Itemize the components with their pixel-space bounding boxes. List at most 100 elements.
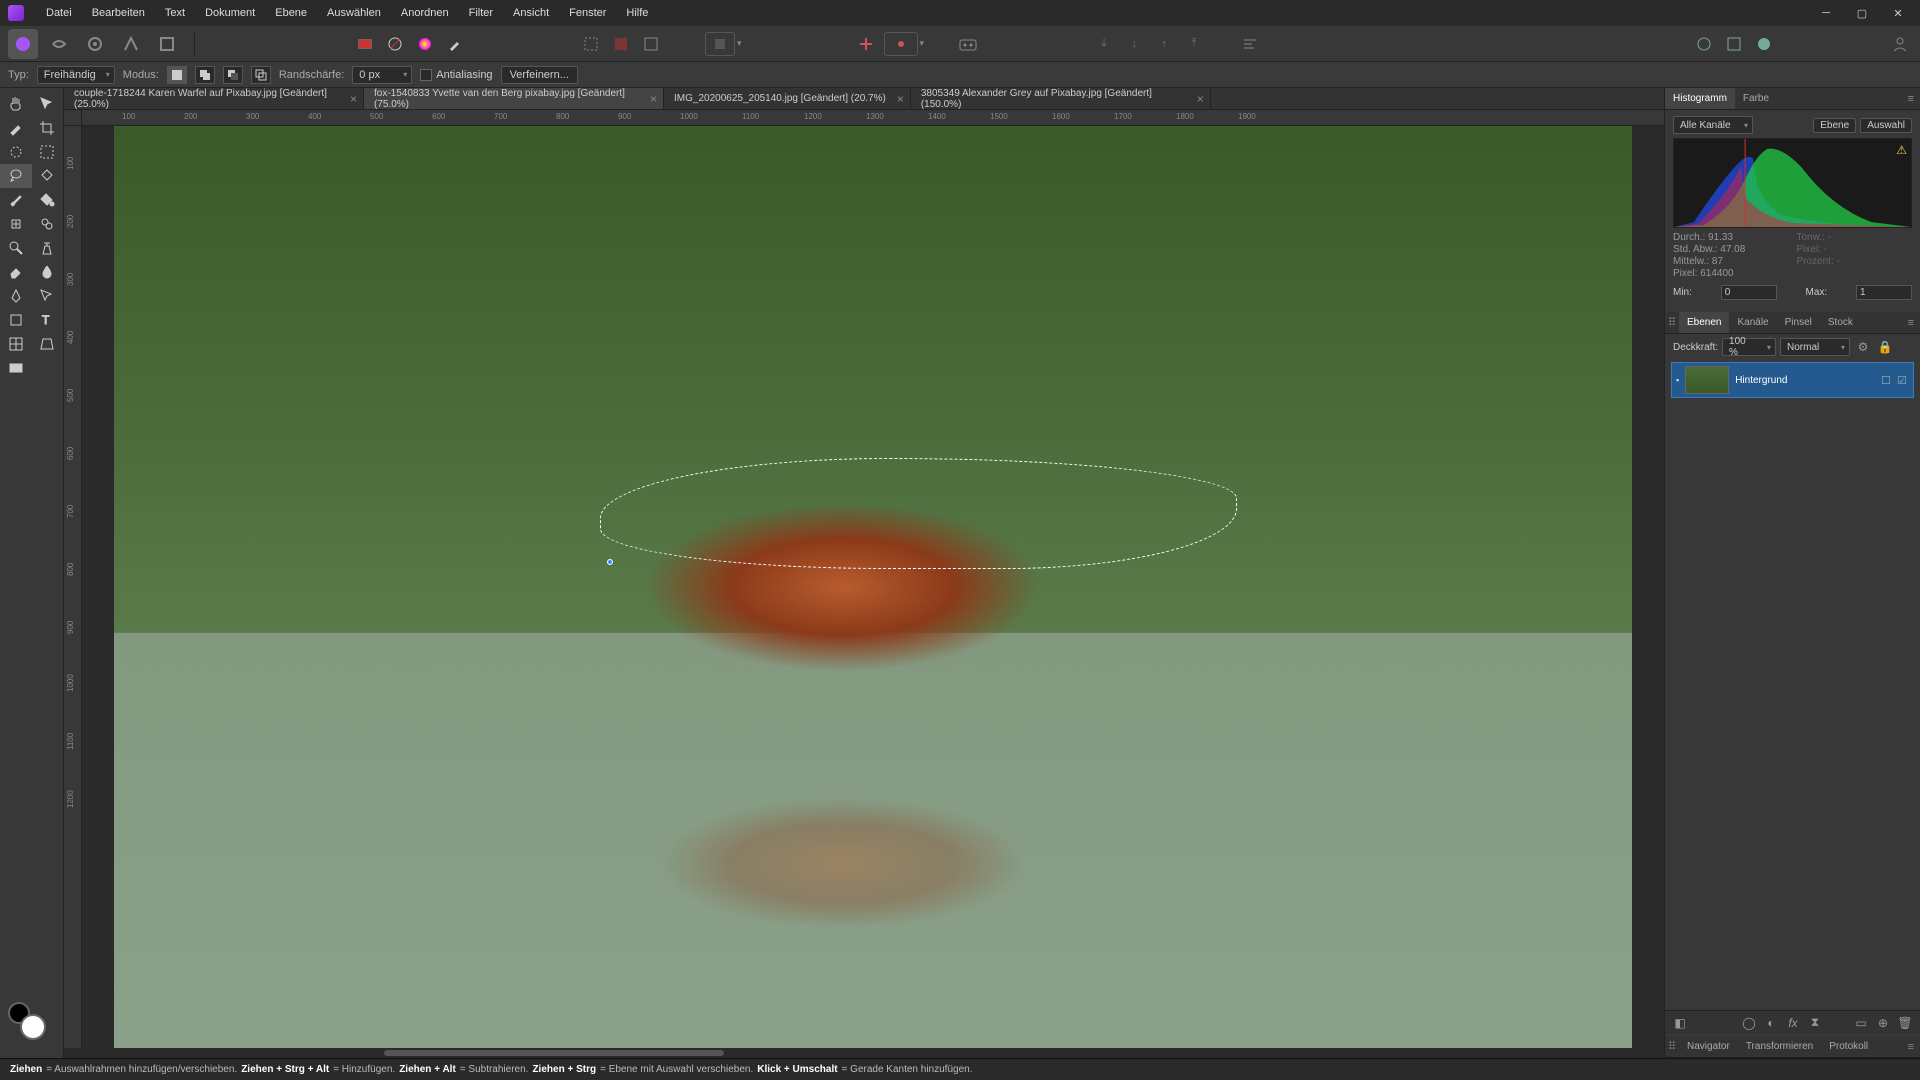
tab-kanaele[interactable]: Kanäle	[1729, 312, 1776, 333]
persona-develop[interactable]	[80, 29, 110, 59]
mode-subtract[interactable]	[223, 66, 243, 84]
account-icon[interactable]	[1888, 32, 1912, 56]
layer-gear-icon[interactable]: ⚙	[1854, 338, 1872, 356]
refine-button[interactable]: Verfeinern...	[501, 66, 578, 84]
persona-tone[interactable]	[116, 29, 146, 59]
add-mask-icon[interactable]: ◯	[1740, 1014, 1758, 1032]
group-layers-icon[interactable]: ▭	[1852, 1014, 1870, 1032]
shape-tool[interactable]	[0, 308, 32, 332]
doc-tab-1[interactable]: fox-1540833 Yvette van den Berg pixabay.…	[364, 88, 664, 109]
doc-tab-3[interactable]: 3805349 Alexander Grey auf Pixabay.jpg […	[911, 88, 1211, 109]
histogram-layer-button[interactable]: Ebene	[1813, 118, 1856, 133]
opacity-input[interactable]: 100 %	[1722, 338, 1776, 356]
close-icon[interactable]: ×	[897, 92, 904, 106]
resources-icon[interactable]	[1722, 32, 1746, 56]
doc-tab-2[interactable]: IMG_20200625_205140.jpg [Geändert] (20.7…	[664, 88, 911, 109]
layer-visible-icon[interactable]: ☑	[1897, 374, 1909, 386]
menu-datei[interactable]: Datei	[36, 3, 82, 23]
snap-options-icon[interactable]	[884, 32, 918, 56]
typ-dropdown[interactable]: Freihändig	[37, 66, 115, 84]
blur-tool[interactable]	[32, 260, 64, 284]
menu-anordnen[interactable]: Anordnen	[391, 3, 459, 23]
menu-text[interactable]: Text	[155, 3, 195, 23]
layer-thumbnail[interactable]	[1685, 366, 1729, 394]
tab-transformieren[interactable]: Transformieren	[1738, 1036, 1821, 1057]
swatch-none[interactable]	[383, 32, 407, 56]
persona-export[interactable]	[152, 29, 182, 59]
max-input[interactable]	[1856, 285, 1912, 300]
panel-dock-icon[interactable]: ⠿	[1665, 1036, 1679, 1057]
menu-fenster[interactable]: Fenster	[559, 3, 616, 23]
lasso-tool[interactable]	[0, 164, 32, 188]
pen-tool[interactable]	[0, 284, 32, 308]
perspective-tool[interactable]	[32, 332, 64, 356]
ruler-horizontal[interactable]: 1002003004005006007008009001000110012001…	[82, 110, 1664, 126]
timer-tool[interactable]	[32, 236, 64, 260]
panel-menu-icon[interactable]: ≡	[1902, 1036, 1920, 1057]
clone-tool[interactable]	[32, 212, 64, 236]
eyedropper-tool-icon[interactable]	[443, 32, 467, 56]
layer-style-icon[interactable]: ◧	[1671, 1014, 1689, 1032]
mesh-tool[interactable]	[0, 332, 32, 356]
persona-photo[interactable]	[8, 29, 38, 59]
quickmask-icon[interactable]	[705, 32, 735, 56]
node-tool[interactable]	[32, 284, 64, 308]
panel-menu-icon[interactable]: ≡	[1902, 88, 1920, 109]
heal-tool[interactable]	[0, 212, 32, 236]
menu-auswaehlen[interactable]: Auswählen	[317, 3, 391, 23]
doc-tab-0[interactable]: couple-1718244 Karen Warfel auf Pixabay.…	[64, 88, 364, 109]
layer-lock-icon[interactable]: 🔒	[1876, 338, 1894, 356]
histogram-selection-button[interactable]: Auswahl	[1860, 118, 1912, 133]
snap-icon[interactable]	[854, 32, 878, 56]
add-layer-icon[interactable]: ⊕	[1874, 1014, 1892, 1032]
arrange-back[interactable]: ⤓	[1092, 32, 1116, 56]
antialiasing-checkbox[interactable]	[420, 69, 432, 81]
panel-menu-icon[interactable]: ≡	[1902, 312, 1920, 333]
close-icon[interactable]: ×	[1197, 92, 1204, 106]
menu-hilfe[interactable]: Hilfe	[616, 3, 658, 23]
flood-select-tool[interactable]	[32, 164, 64, 188]
arrange-forward[interactable]: ↑	[1152, 32, 1176, 56]
persona-liquify[interactable]	[44, 29, 74, 59]
selection-handle[interactable]	[607, 559, 613, 565]
tab-histogramm[interactable]: Histogramm	[1665, 88, 1735, 109]
color-picker-tool[interactable]	[0, 116, 32, 140]
paint-brush-tool[interactable]	[0, 188, 32, 212]
assistant-icon[interactable]	[956, 32, 980, 56]
horizontal-scrollbar[interactable]	[64, 1048, 1664, 1058]
min-input[interactable]	[1721, 285, 1777, 300]
close-icon[interactable]: ×	[650, 92, 657, 106]
feather-dropdown[interactable]: 0 px	[352, 66, 412, 84]
selection-mode-3[interactable]	[639, 32, 663, 56]
selection-brush-tool[interactable]	[0, 140, 32, 164]
foreground-color-swatch[interactable]	[20, 1014, 46, 1040]
align-icon[interactable]	[1238, 32, 1262, 56]
add-adjustment-icon[interactable]: ◐	[1762, 1014, 1780, 1032]
add-fx-icon[interactable]: fx	[1784, 1014, 1802, 1032]
delete-layer-icon[interactable]: 🗑	[1896, 1014, 1914, 1032]
mode-add[interactable]	[195, 66, 215, 84]
mode-new[interactable]	[167, 66, 187, 84]
selection-mode-2[interactable]	[609, 32, 633, 56]
menu-ansicht[interactable]: Ansicht	[503, 3, 559, 23]
tab-pinsel[interactable]: Pinsel	[1777, 312, 1820, 333]
window-maximize[interactable]: ▢	[1848, 3, 1876, 23]
move-tool[interactable]	[32, 92, 64, 116]
window-minimize[interactable]: ─	[1812, 3, 1840, 23]
tab-ebenen[interactable]: Ebenen	[1679, 312, 1729, 333]
fill-tool[interactable]	[32, 188, 64, 212]
layer-row[interactable]: ▪ Hintergrund ☐ ☑	[1671, 362, 1914, 398]
arrange-backward[interactable]: ↓	[1122, 32, 1146, 56]
menu-filter[interactable]: Filter	[459, 3, 503, 23]
channel-dropdown[interactable]: Alle Kanäle	[1673, 116, 1753, 134]
menu-bearbeiten[interactable]: Bearbeiten	[82, 3, 155, 23]
tab-protokoll[interactable]: Protokoll	[1821, 1036, 1876, 1057]
arrange-front[interactable]: ⤒	[1182, 32, 1206, 56]
hand-tool[interactable]	[0, 92, 32, 116]
tab-navigator[interactable]: Navigator	[1679, 1036, 1738, 1057]
menu-dokument[interactable]: Dokument	[195, 3, 265, 23]
mode-intersect[interactable]	[251, 66, 271, 84]
zoom-tool[interactable]	[0, 236, 32, 260]
tab-stock[interactable]: Stock	[1820, 312, 1861, 333]
window-close[interactable]: ✕	[1884, 3, 1912, 23]
